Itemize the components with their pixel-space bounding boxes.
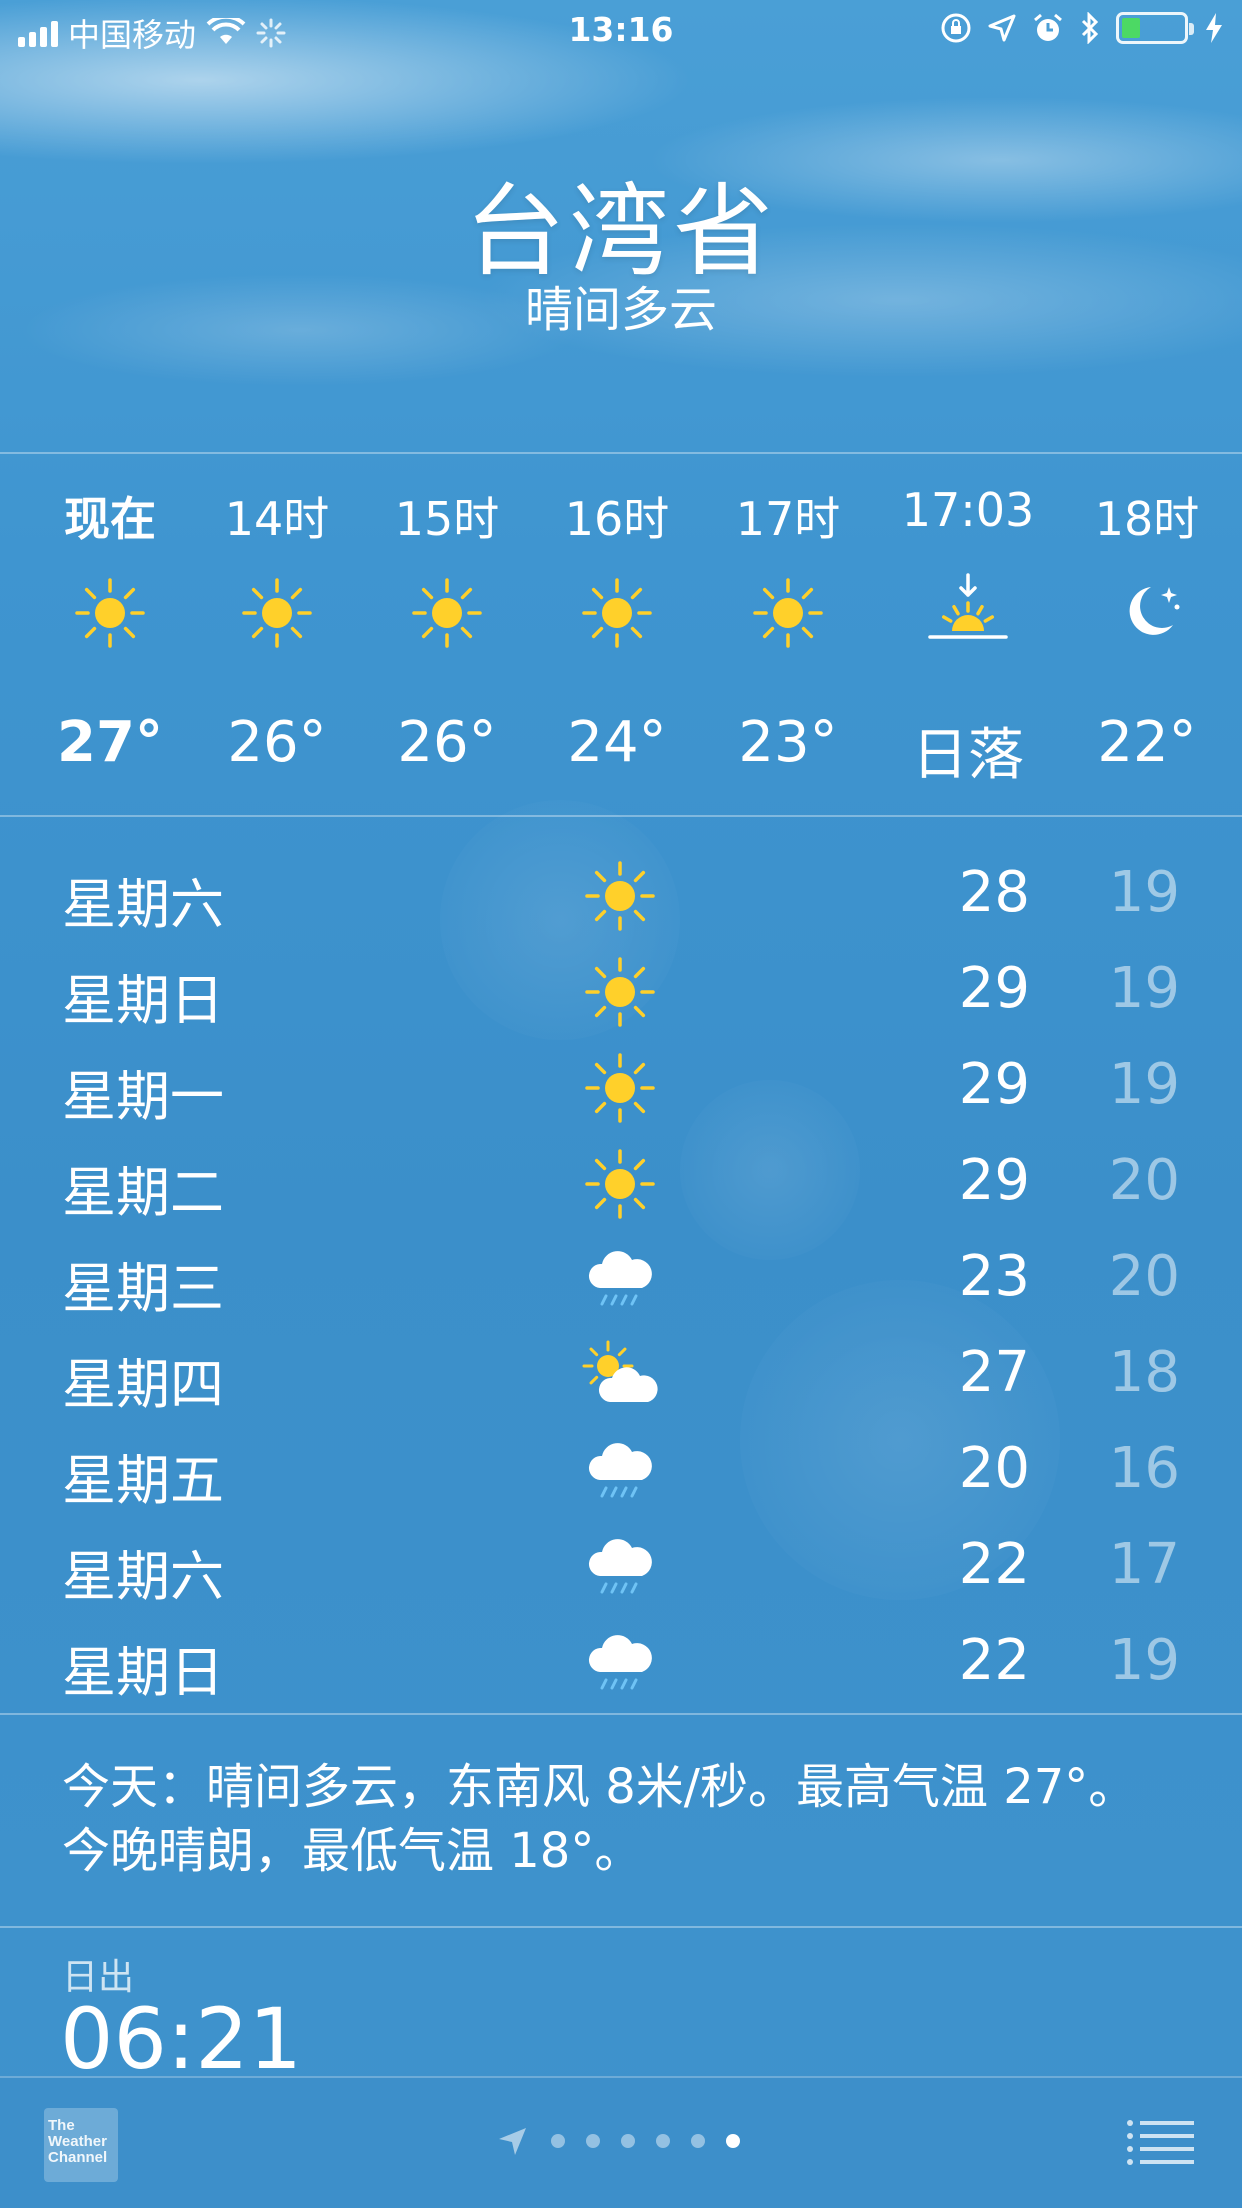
- high-temperature: 28: [958, 860, 1030, 925]
- low-temperature: 20: [1108, 1148, 1180, 1213]
- daily-row: 星期六 22 17: [0, 1522, 1242, 1618]
- page-dot[interactable]: [656, 2134, 670, 2148]
- hourly-forecast[interactable]: 现在 27° 14时 26° 15时 26° 16时 24° 17时 23° 17:03 日落 18时…: [0, 455, 1242, 815]
- high-temperature: 23: [958, 1244, 1030, 1309]
- location-arrow-icon: [988, 14, 1016, 42]
- day-name: 星期六: [62, 873, 224, 936]
- day-name: 星期一: [62, 1065, 224, 1128]
- high-temperature: 29: [958, 956, 1030, 1021]
- rain-icon: [580, 1528, 660, 1608]
- moon-icon: [1107, 573, 1187, 653]
- sun-icon: [407, 573, 487, 653]
- hour-temperature: 24°: [567, 710, 667, 775]
- low-temperature: 19: [1108, 1052, 1180, 1117]
- sunset-icon: [928, 573, 1008, 653]
- battery-icon: [1116, 12, 1194, 44]
- high-temperature: 20: [958, 1436, 1030, 1501]
- high-temperature: 22: [958, 1628, 1030, 1693]
- low-temperature: 19: [1108, 956, 1180, 1021]
- day-name: 星期四: [62, 1353, 224, 1416]
- day-name: 星期五: [62, 1449, 224, 1512]
- sun-icon: [237, 573, 317, 653]
- weather-channel-logo[interactable]: The Weather Channel: [44, 2108, 118, 2182]
- current-condition: 晴间多云: [524, 282, 717, 338]
- hour-label: 16时: [564, 492, 670, 546]
- status-bar: 中国移动 13:16: [0, 0, 1242, 60]
- rain-icon: [580, 1240, 660, 1320]
- hour-label: 17:03: [901, 483, 1035, 537]
- hour-label: 现在: [64, 492, 156, 546]
- today-summary: 今天：晴间多云，东南风 8米/秒。最高气温 27°。今晚晴朗，最低气温 18°。: [62, 1759, 1137, 1879]
- hour-label: 15时: [394, 492, 500, 546]
- bluetooth-icon: [1081, 12, 1099, 44]
- daily-row: 星期一 29 19: [0, 1042, 1242, 1138]
- day-name: 星期六: [62, 1545, 224, 1608]
- page-dot[interactable]: [621, 2134, 635, 2148]
- sun-icon: [580, 1144, 660, 1224]
- divider: [0, 1713, 1242, 1715]
- high-temperature: 29: [958, 1052, 1030, 1117]
- hour-label: 17时: [735, 492, 841, 546]
- hour-temperature: 22°: [1097, 710, 1197, 775]
- bottom-toolbar: The Weather Channel: [0, 2076, 1242, 2208]
- daily-row: 星期三 23 20: [0, 1234, 1242, 1330]
- daily-row: 星期五 20 16: [0, 1426, 1242, 1522]
- day-name: 星期日: [62, 1641, 224, 1704]
- low-temperature: 20: [1108, 1244, 1180, 1309]
- page-dot[interactable]: [551, 2134, 565, 2148]
- partly-cloudy-icon: [580, 1336, 660, 1416]
- sun-icon: [580, 952, 660, 1032]
- page-dot[interactable]: [586, 2134, 600, 2148]
- day-name: 星期二: [62, 1161, 224, 1224]
- hour-label: 18时: [1094, 492, 1200, 546]
- sun-icon: [577, 573, 657, 653]
- location-arrow-icon: [499, 2128, 526, 2155]
- hour-temperature: 23°: [738, 710, 838, 775]
- hour-temperature: 日落: [912, 723, 1024, 788]
- sun-icon: [70, 573, 150, 653]
- charging-bolt-icon: [1206, 13, 1222, 43]
- daily-row: 星期二 29 20: [0, 1138, 1242, 1234]
- low-temperature: 18: [1108, 1340, 1180, 1405]
- divider: [0, 815, 1242, 817]
- daily-row: 星期四 27 18: [0, 1330, 1242, 1426]
- high-temperature: 27: [958, 1340, 1030, 1405]
- low-temperature: 17: [1108, 1532, 1180, 1597]
- low-temperature: 16: [1108, 1436, 1180, 1501]
- high-temperature: 29: [958, 1148, 1030, 1213]
- daily-row: 星期日 22 19: [0, 1618, 1242, 1714]
- low-temperature: 19: [1108, 860, 1180, 925]
- alarm-icon: [1034, 13, 1062, 41]
- day-name: 星期三: [62, 1257, 224, 1320]
- divider: [0, 452, 1242, 454]
- rain-icon: [580, 1432, 660, 1512]
- sun-icon: [748, 573, 828, 653]
- rain-icon: [580, 1624, 660, 1704]
- low-temperature: 19: [1108, 1628, 1180, 1693]
- city-list-button[interactable]: [1126, 2118, 1194, 2168]
- daily-row: 星期六 28 19: [0, 850, 1242, 946]
- high-temperature: 22: [958, 1532, 1030, 1597]
- sunrise-value: 06:21: [60, 1990, 303, 2088]
- hour-label: 14时: [224, 492, 330, 546]
- daily-row: 星期日 29 19: [0, 946, 1242, 1042]
- hour-temperature: 26°: [227, 710, 327, 775]
- day-name: 星期日: [62, 969, 224, 1032]
- sun-icon: [580, 856, 660, 936]
- page-indicator[interactable]: [496, 2124, 740, 2158]
- sun-icon: [580, 1048, 660, 1128]
- orientation-lock-icon: [941, 13, 971, 43]
- divider: [0, 1926, 1242, 1928]
- page-dot[interactable]: [726, 2134, 740, 2148]
- hour-temperature: 27°: [57, 710, 163, 775]
- page-dot[interactable]: [691, 2134, 705, 2148]
- hour-temperature: 26°: [397, 710, 497, 775]
